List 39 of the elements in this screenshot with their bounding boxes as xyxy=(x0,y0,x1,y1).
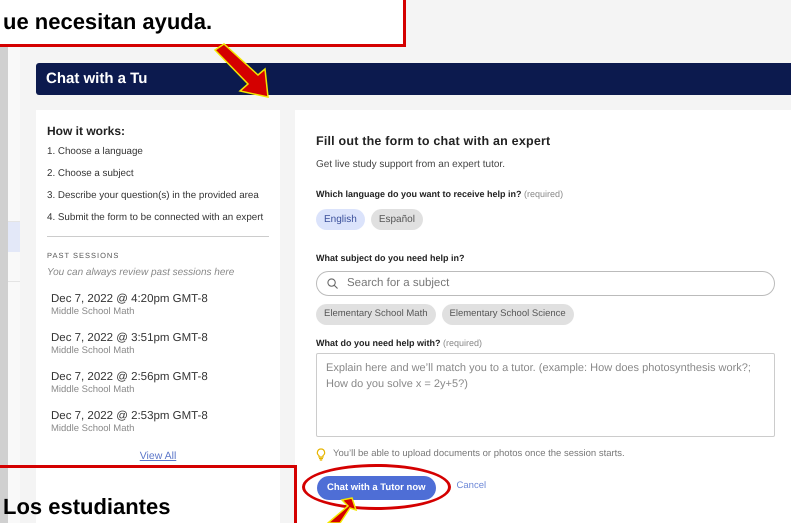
help-label: What do you need help with? (required) xyxy=(316,336,484,350)
step-text: 2. Choose a subject xyxy=(47,167,135,180)
session-item[interactable]: Dec 7, 2022 @ 2:53pm GMT-8 Middle School Math xyxy=(51,409,269,436)
session-date: Dec 7, 2022 @ 2:56pm GMT-8 xyxy=(51,370,209,384)
session-item[interactable]: Dec 7, 2022 @ 2:56pm GMT-8 Middle School Math xyxy=(51,370,269,396)
session-item[interactable]: Dec 7, 2022 @ 4:20pm GMT-8 Middle School Math xyxy=(51,292,269,318)
past-sessions-subtitle: You can always review past sessions here xyxy=(47,266,236,280)
session-subject: Middle School Math xyxy=(51,345,136,358)
session-date: Dec 7, 2022 @ 2:53pm GMT-8 xyxy=(51,409,209,424)
form-subtitle: Get live study support from an expert tutor. xyxy=(316,158,506,172)
view-all-link[interactable]: View All xyxy=(140,449,176,465)
step-text: 3. Describe your question(s) in the provided area xyxy=(47,189,260,202)
subject-chip[interactable]: Elementary School Science xyxy=(442,304,574,325)
session-subject: Middle School Math xyxy=(51,423,136,436)
session-date: Dec 7, 2022 @ 3:51pm GMT-8 xyxy=(51,331,209,346)
language-label: Which language do you want to receive help in? (required) xyxy=(316,188,564,201)
session-item[interactable]: Dec 7, 2022 @ 3:51pm GMT-8 Middle School Math xyxy=(51,331,269,358)
subject-chip[interactable]: Elementary School Math xyxy=(316,304,436,325)
cancel-link[interactable]: Cancel xyxy=(456,479,486,494)
help-text-field[interactable]: Explain here and we’ll match you to a tutor. (example: How does photosynthesis work?; How do you solve x = 2y+5?) xyxy=(316,353,775,438)
language-chip[interactable]: English xyxy=(316,209,365,230)
step-text: 4. Submit the form to be connected with an expert xyxy=(47,211,264,224)
annotation-text: ue necesitan ayuda. xyxy=(3,8,212,36)
sidebar-item[interactable] xyxy=(8,222,20,252)
session-subject: Middle School Math xyxy=(51,306,136,318)
lightbulb-icon xyxy=(316,448,326,461)
how-it-works-title: How it works: xyxy=(47,123,126,140)
form-title: Fill out the form to chat with an expert xyxy=(316,133,552,150)
language-chip[interactable]: Español xyxy=(370,209,423,230)
step-text: 1. Choose a language xyxy=(47,145,144,158)
search-icon xyxy=(327,278,338,289)
session-date: Dec 7, 2022 @ 4:20pm GMT-8 xyxy=(51,292,209,306)
tip-text: You’ll be able to upload documents or photos once the session starts. xyxy=(333,447,625,462)
annotation-text: Los estudiantes xyxy=(3,495,170,519)
subject-search-field[interactable]: Search for a subject xyxy=(316,270,775,296)
session-subject: Middle School Math xyxy=(51,384,136,396)
chat-now-button[interactable]: Chat with a Tutor now xyxy=(317,476,436,500)
subject-label: What subject do you need help in? xyxy=(316,252,466,266)
header-title: Chat with a Tu xyxy=(46,68,148,89)
